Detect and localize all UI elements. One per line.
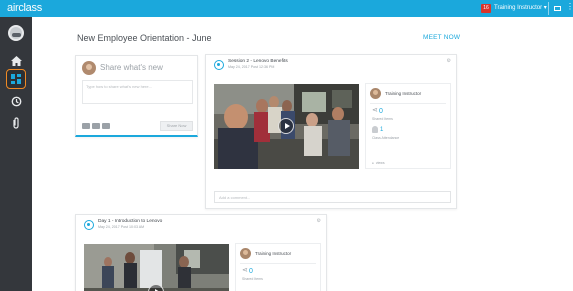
page-edge — [565, 17, 573, 291]
sidebar-item-classes[interactable] — [6, 69, 26, 89]
post-title[interactable]: Session 2 - Lenovo Benefits — [228, 59, 288, 64]
mail-icon[interactable] — [554, 6, 561, 11]
shared-items-count[interactable]: 0 — [249, 268, 253, 275]
app-window: airclass 16 Training Instructor ▾ ⋮ New … — [0, 0, 573, 291]
share-icon: ⋖ — [242, 267, 248, 274]
stats-divider — [240, 263, 316, 264]
sidebar — [0, 17, 32, 291]
post-card: Session 2 - Lenovo Benefits May 24, 2017… — [205, 54, 457, 209]
image-icon[interactable] — [82, 123, 90, 129]
more-menu-icon[interactable]: ⋮ — [566, 2, 573, 11]
share-composer: Share what's new Type how to share what'… — [75, 55, 198, 137]
session-icon — [214, 60, 224, 70]
user-menu[interactable]: Training Instructor ▾ — [494, 4, 547, 11]
notification-badge[interactable]: 16 — [481, 4, 491, 13]
comment-placeholder: Add a comment... — [219, 195, 251, 200]
paperclip-icon — [13, 117, 19, 129]
logo-main: class — [18, 2, 42, 14]
share-prompt: Share what's new — [100, 63, 163, 72]
meet-now-button[interactable]: MEET NOW — [423, 34, 460, 41]
sidebar-item-attachments[interactable] — [8, 115, 24, 131]
page-title: New Employee Orientation - June — [77, 33, 212, 43]
attendance-label: Class Attendance — [372, 136, 400, 140]
grid-icon — [11, 74, 21, 84]
instructor-name[interactable]: Training Instructor — [255, 251, 291, 256]
stats-divider — [370, 103, 446, 104]
post-stats-panel: Training Instructor ⋖ 0 Shared Items — [235, 243, 321, 291]
instructor-name[interactable]: Training Instructor — [385, 91, 421, 96]
views-label: views — [372, 161, 385, 165]
sidebar-item-history[interactable] — [8, 93, 24, 109]
home-icon — [10, 56, 22, 66]
post-title[interactable]: Day 1 - Introduction to Lenovo — [98, 219, 162, 224]
app-logo[interactable]: airclass — [7, 2, 42, 14]
post-date: May 24, 2017 Post 12:36 PM — [228, 65, 275, 69]
video-icon[interactable] — [102, 123, 110, 129]
post-date: May 24, 2017 Post 10:03 AM — [98, 225, 145, 229]
post-menu-icon[interactable]: ⚙ — [447, 58, 451, 64]
file-icon[interactable] — [92, 123, 100, 129]
sidebar-item-home[interactable] — [8, 53, 24, 69]
logo-prefix: air — [7, 2, 19, 14]
instructor-avatar — [240, 248, 251, 259]
instructor-avatar — [370, 88, 381, 99]
attendance-count[interactable]: 1 — [380, 127, 383, 133]
user-avatar[interactable] — [8, 25, 24, 41]
top-bar: airclass 16 Training Instructor ▾ ⋮ — [0, 0, 573, 17]
video-thumbnail[interactable] — [214, 84, 359, 169]
history-icon — [11, 96, 21, 106]
composer-avatar — [82, 61, 96, 75]
video-thumbnail[interactable] — [84, 244, 229, 291]
shared-items-count[interactable]: 0 — [379, 108, 383, 115]
play-button[interactable] — [278, 118, 294, 134]
session-icon — [84, 220, 94, 230]
shared-items-label: Shared Items — [242, 277, 263, 281]
share-input[interactable]: Type how to share what's new here... — [82, 80, 193, 104]
post-menu-icon[interactable]: ⚙ — [317, 218, 321, 224]
share-icon: ⋖ — [372, 107, 378, 114]
shared-items-label: Shared Items — [372, 117, 393, 121]
post-card: Day 1 - Introduction to Lenovo May 24, 2… — [75, 214, 327, 291]
attendee-icon — [372, 126, 378, 133]
composer-tools — [82, 123, 110, 129]
share-now-button[interactable]: Share Now — [160, 121, 193, 131]
share-input-placeholder: Type how to share what's new here... — [86, 84, 152, 89]
topbar-divider — [548, 2, 549, 15]
post-stats-panel: Training Instructor ⋖ 0 Shared Items 1 C… — [365, 83, 451, 169]
comment-input[interactable]: Add a comment... — [214, 191, 451, 203]
